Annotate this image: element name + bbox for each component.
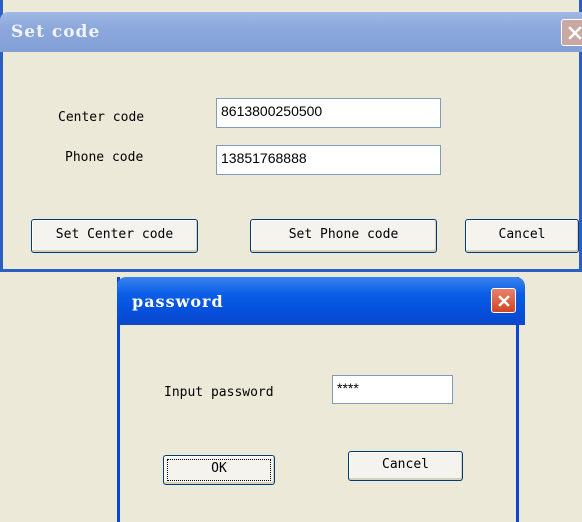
center-code-field[interactable]: 8613800250500: [216, 98, 441, 128]
set-code-window: Set code Center code 8613800250500 Phone…: [0, 0, 582, 272]
set-center-code-button[interactable]: Set Center code: [31, 219, 198, 253]
password-field[interactable]: ****: [332, 375, 453, 404]
phone-code-field[interactable]: 13851768888: [216, 145, 441, 175]
center-code-label: Center code: [58, 110, 145, 125]
close-icon[interactable]: [491, 288, 516, 313]
password-body: Input password **** OK Cancel: [120, 325, 516, 522]
password-title: password: [132, 292, 224, 311]
input-password-label: Input password: [164, 385, 274, 400]
set-phone-code-button[interactable]: Set Phone code: [250, 219, 437, 253]
password-window: password Input password **** OK Cancel: [117, 277, 525, 522]
close-icon[interactable]: [561, 19, 582, 46]
phone-code-label: Phone code: [65, 150, 144, 165]
password-titlebar[interactable]: password: [117, 277, 525, 325]
set-code-titlebar[interactable]: Set code: [0, 12, 582, 52]
password-cancel-button[interactable]: Cancel: [348, 451, 463, 481]
ok-button[interactable]: OK: [163, 455, 275, 485]
set-code-title: Set code: [11, 22, 101, 42]
cancel-button[interactable]: Cancel: [465, 219, 579, 253]
